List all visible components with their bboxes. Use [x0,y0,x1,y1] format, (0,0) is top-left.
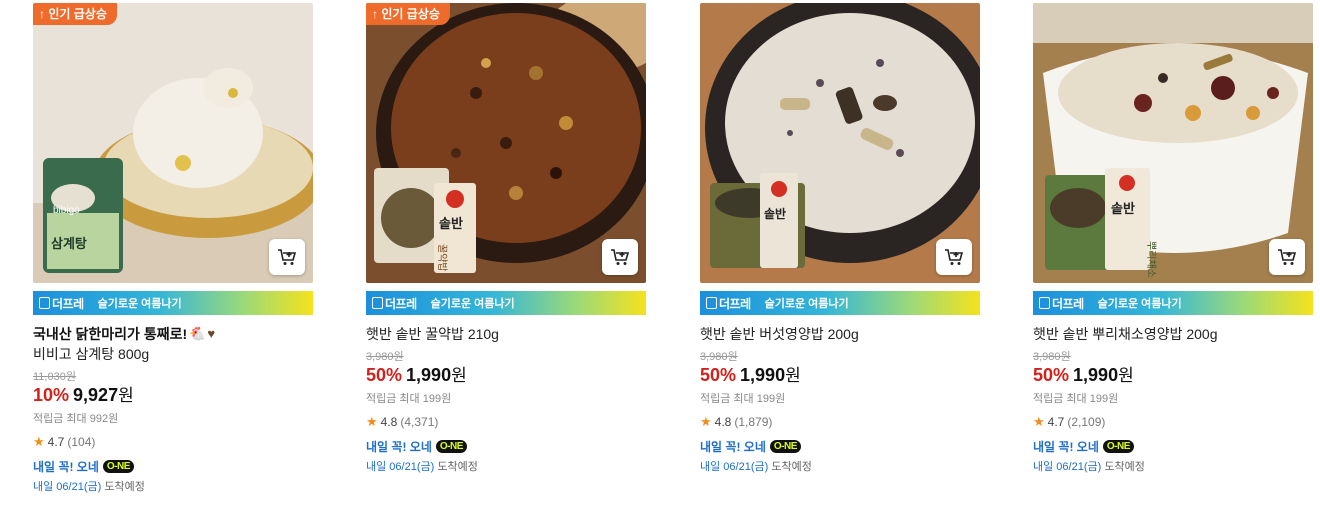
rating-value: 4.7 [47,435,65,449]
review-count: (4,371) [400,415,439,429]
star-icon: ★ [366,414,378,429]
product-card[interactable]: 솥반 뿌리채소 더프레 슬기로운 여름나기 햇반 솥반 뿌리채소영양밥 200g… [1033,3,1313,474]
promo-logo: 더프레 [1039,295,1084,312]
reward-points: 적립금 최대 199원 [700,393,786,405]
one-delivery-logo: O-NE [435,440,467,453]
star-icon: ★ [33,434,45,449]
product-title[interactable]: 햇반 솥반 꿀약밥 210g [366,324,646,344]
promo-banner[interactable]: 더프레 슬기로운 여름나기 [1033,291,1313,315]
svg-text:삼계탕: 삼계탕 [51,236,87,252]
rating-value: 4.8 [380,415,398,429]
add-to-cart-button[interactable] [269,239,305,275]
product-headline: 국내산 닭한마리가 통째로! 🐔 ♥ [33,326,216,342]
promo-logo: 더프레 [706,295,751,312]
product-name: 햇반 솥반 꿀약밥 210g [366,326,499,342]
svg-text:솥반: 솥반 [1111,201,1135,217]
rating[interactable]: ★ 4.8 (4,371) [366,414,646,430]
add-to-cart-button[interactable] [602,239,638,275]
sale-price: 1,990원 [1073,365,1134,385]
product-name: 햇반 솥반 뿌리채소영양밥 200g [1033,326,1218,342]
rating[interactable]: ★ 4.8 (1,879) [700,414,980,430]
one-delivery-logo: O-NE [1102,440,1134,453]
product-card[interactable]: 솥반 꿀약밥 ↑ 인기 급상승 더프레 슬기로운 여름나기 햇반 솥반 꿀약밥 … [366,3,646,474]
review-count: (104) [67,435,96,449]
promo-text: 슬기로운 여름나기 [1097,298,1182,310]
add-to-cart-button[interactable] [1269,239,1305,275]
product-card[interactable]: bibigo 삼계탕 ↑ 인기 급상승 더프레 슬기로운 여름나기 국내산 닭한… [33,3,313,494]
product-image[interactable]: bibigo 삼계탕 ↑ 인기 급상승 [33,3,313,283]
product-title[interactable]: 국내산 닭한마리가 통째로! 🐔 ♥ 비비고 삼계탕 800g [33,324,313,364]
delivery-label: 내일 꼭! 오네 O-NE [700,438,980,455]
delivery-label: 내일 꼭! 오네 O-NE [366,438,646,455]
price-row: 50% 1,990원 [700,364,980,387]
product-title[interactable]: 햇반 솥반 뿌리채소영양밥 200g [1033,324,1313,344]
cart-plus-icon [611,249,630,265]
arrival-info: 내일 06/21(금) 도착예정 [366,461,478,473]
product-image[interactable]: 솥반 꿀약밥 ↑ 인기 급상승 [366,3,646,283]
add-to-cart-button[interactable] [936,239,972,275]
cart-plus-icon [1278,249,1297,265]
product-card[interactable]: 솥반 더프레 슬기로운 여름나기 햇반 솥반 버섯영양밥 200g 3,980원… [700,3,980,474]
heart-icon: ♥ [207,326,216,341]
discount-rate: 50% [1033,365,1070,385]
reward-points: 적립금 최대 199원 [1033,393,1119,405]
svg-text:뿌리채소: 뿌리채소 [1145,241,1157,278]
promo-banner[interactable]: 더프레 슬기로운 여름나기 [33,291,313,315]
discount-rate: 10% [33,385,70,405]
arrival-info: 내일 06/21(금) 도착예정 [700,461,812,473]
svg-text:bibigo: bibigo [53,205,80,216]
original-price: 3,980원 [366,351,404,363]
original-price: 11,030원 [33,371,76,383]
rating-value: 4.8 [714,415,732,429]
trending-badge: ↑ 인기 급상승 [33,3,117,25]
reward-points: 적립금 최대 199원 [366,393,452,405]
discount-rate: 50% [700,365,737,385]
price-row: 50% 1,990원 [366,364,646,387]
promo-text: 슬기로운 여름나기 [764,298,849,310]
svg-text:솥반: 솥반 [764,206,786,221]
product-image[interactable]: 솥반 [700,3,980,283]
promo-logo: 더프레 [372,295,417,312]
price-row: 10% 9,927원 [33,384,313,407]
review-count: (2,109) [1067,415,1106,429]
promo-text: 슬기로운 여름나기 [430,298,515,310]
sale-price: 1,990원 [406,365,467,385]
sale-price: 1,990원 [740,365,801,385]
delivery-label: 내일 꼭! 오네 O-NE [33,458,313,475]
promo-logo: 더프레 [39,295,84,312]
reward-points: 적립금 최대 992원 [33,413,119,425]
rating[interactable]: ★ 4.7 (2,109) [1033,414,1313,430]
one-delivery-logo: O-NE [102,460,134,473]
product-image[interactable]: 솥반 뿌리채소 [1033,3,1313,283]
review-count: (1,879) [734,415,773,429]
rating[interactable]: ★ 4.7 (104) [33,434,313,450]
arrival-info: 내일 06/21(금) 도착예정 [33,481,145,493]
product-name: 햇반 솥반 버섯영양밥 200g [700,326,859,342]
product-grid: bibigo 삼계탕 ↑ 인기 급상승 더프레 슬기로운 여름나기 국내산 닭한… [0,0,1320,510]
original-price: 3,980원 [1033,351,1071,363]
cart-plus-icon [945,249,964,265]
original-price: 3,980원 [700,351,738,363]
svg-text:꿀약밥: 꿀약밥 [436,244,448,272]
arrival-info: 내일 06/21(금) 도착예정 [1033,461,1145,473]
product-name: 비비고 삼계탕 800g [33,346,150,362]
promo-banner[interactable]: 더프레 슬기로운 여름나기 [366,291,646,315]
cart-plus-icon [278,249,297,265]
discount-rate: 50% [366,365,403,385]
star-icon: ★ [700,414,712,429]
chicken-emoji-icon: 🐔 [189,326,206,341]
rating-value: 4.7 [1047,415,1065,429]
star-icon: ★ [1033,414,1045,429]
promo-banner[interactable]: 더프레 슬기로운 여름나기 [700,291,980,315]
sale-price: 9,927원 [73,385,134,405]
promo-text: 슬기로운 여름나기 [97,298,182,310]
product-title[interactable]: 햇반 솥반 버섯영양밥 200g [700,324,980,344]
one-delivery-logo: O-NE [769,440,801,453]
svg-text:솥반: 솥반 [439,216,463,232]
trending-badge: ↑ 인기 급상승 [366,3,450,25]
delivery-label: 내일 꼭! 오네 O-NE [1033,438,1313,455]
price-row: 50% 1,990원 [1033,364,1313,387]
